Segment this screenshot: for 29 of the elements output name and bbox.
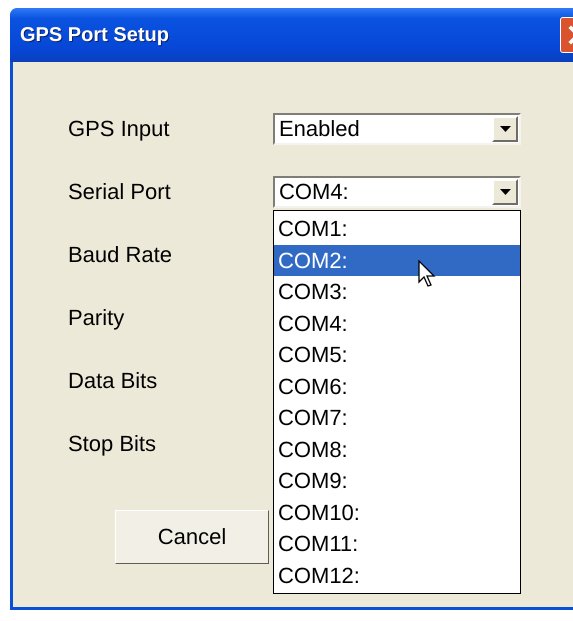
dropdown-option[interactable]: COM5: bbox=[274, 339, 520, 370]
dropdown-option[interactable]: COM11: bbox=[274, 528, 520, 560]
field-label: GPS Input bbox=[68, 116, 171, 142]
combo-value: Enabled bbox=[278, 115, 361, 143]
dropdown-option[interactable]: COM9: bbox=[274, 465, 520, 496]
dropdown-option[interactable]: COM7: bbox=[274, 402, 520, 434]
field-label: Data Bits bbox=[68, 368, 158, 394]
dropdown-option[interactable]: COM10: bbox=[274, 496, 520, 528]
dropdown-option[interactable]: COM12: bbox=[274, 560, 520, 591]
dropdown-button[interactable] bbox=[492, 179, 518, 205]
combo-value: COM4: bbox=[278, 178, 350, 206]
window-title: GPS Port Setup bbox=[20, 24, 169, 46]
dropdown-option[interactable]: COM6: bbox=[274, 370, 520, 402]
mouse-pointer-icon bbox=[418, 260, 436, 288]
down-arrow-icon bbox=[500, 126, 510, 132]
cancel-button[interactable]: Cancel bbox=[115, 510, 269, 564]
dropdown-option[interactable]: COM3: bbox=[274, 276, 520, 308]
combo-box[interactable]: COM4: bbox=[273, 176, 521, 208]
combo-box[interactable]: Enabled bbox=[273, 113, 521, 145]
dropdown-button[interactable] bbox=[492, 116, 518, 142]
dropdown-option[interactable]: COM8: bbox=[274, 434, 520, 465]
dropdown-option[interactable]: COM2: bbox=[274, 244, 520, 276]
dropdown-option[interactable]: COM4: bbox=[274, 308, 520, 339]
down-arrow-icon bbox=[500, 189, 510, 195]
field-label: Stop Bits bbox=[68, 431, 158, 457]
field-label: Baud Rate bbox=[68, 242, 173, 268]
dropdown-option[interactable]: COM1: bbox=[274, 213, 520, 244]
field-label: Serial Port bbox=[68, 179, 172, 205]
field-label: Parity bbox=[68, 305, 126, 331]
